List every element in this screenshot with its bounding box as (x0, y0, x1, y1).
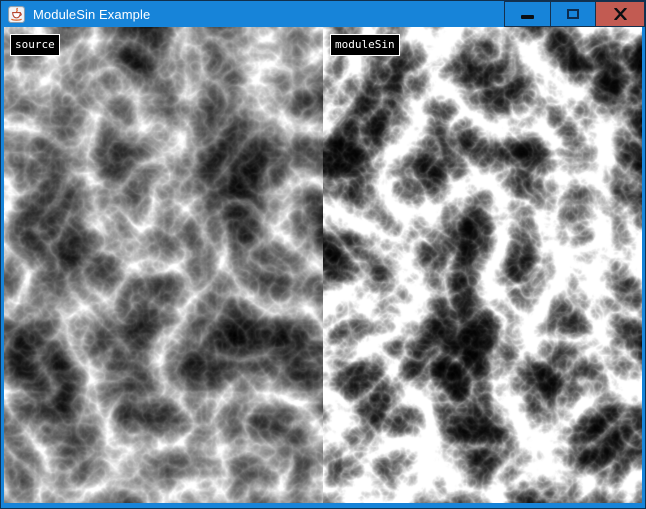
modulesin-panel: moduleSin (323, 27, 642, 503)
close-icon (614, 8, 627, 20)
minimize-button[interactable] (504, 1, 551, 27)
minimize-icon (521, 15, 534, 19)
source-noise-image (4, 27, 323, 503)
window-controls (504, 1, 645, 27)
noise-panels: source moduleSin (4, 27, 642, 503)
modulesin-noise-image (323, 27, 642, 503)
maximize-icon (567, 9, 579, 19)
maximize-button[interactable] (550, 1, 596, 27)
source-label: source (10, 34, 60, 56)
app-window: ModuleSin Example source moduleSin (0, 0, 646, 509)
source-panel: source (4, 27, 323, 503)
close-button[interactable] (595, 1, 645, 27)
java-coffee-cup-icon (8, 6, 25, 23)
window-title: ModuleSin Example (33, 7, 150, 22)
titlebar[interactable]: ModuleSin Example (1, 1, 645, 27)
modulesin-label: moduleSin (330, 34, 400, 56)
